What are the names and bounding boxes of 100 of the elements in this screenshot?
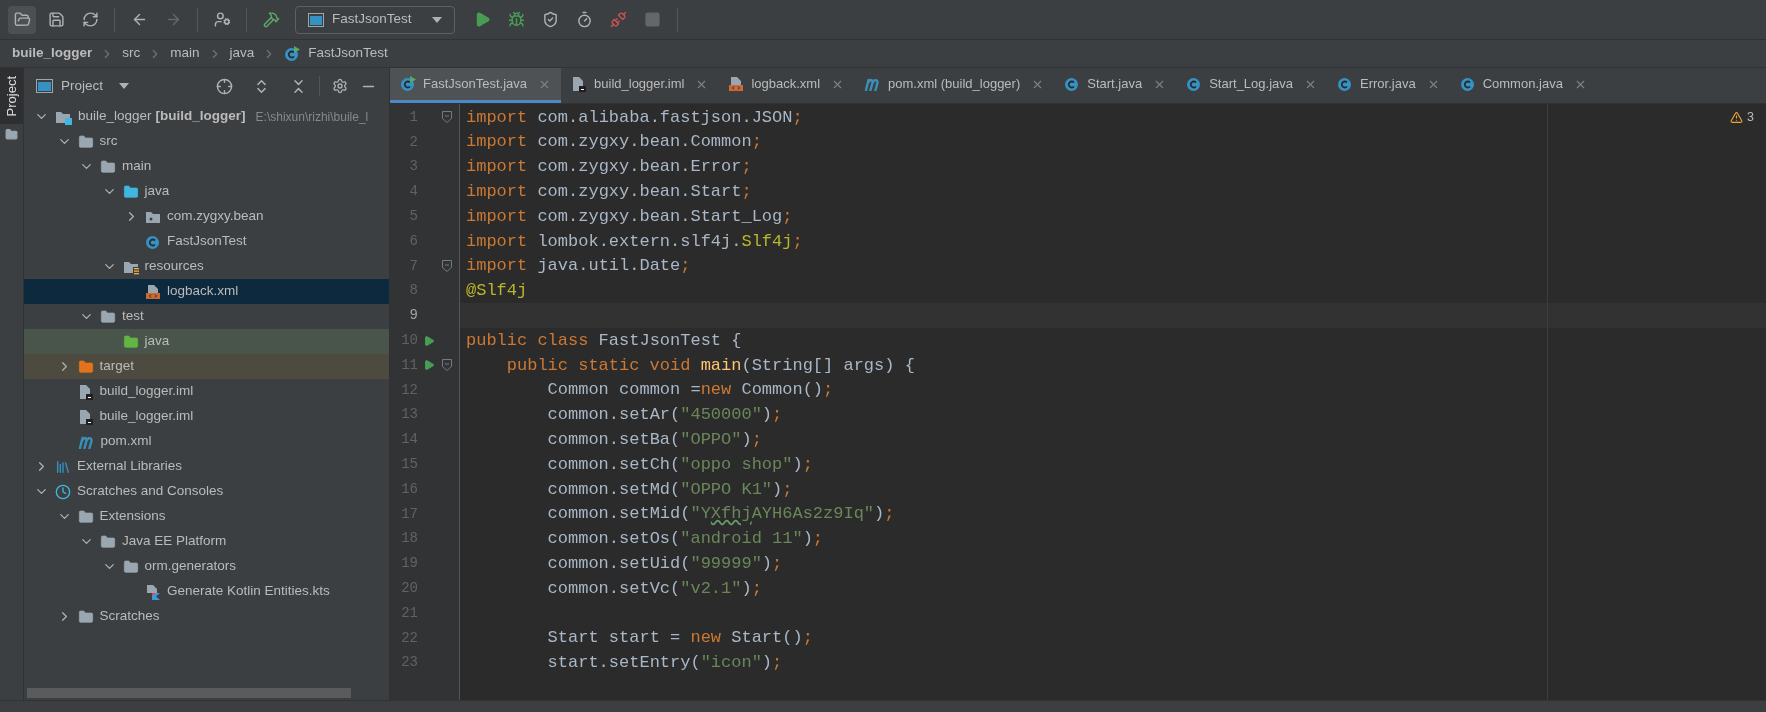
class-icon: [1459, 76, 1476, 92]
breadcrumb-item[interactable]: buile_logger: [12, 43, 93, 64]
folder-icon: [122, 558, 139, 575]
runnable-class-icon: [400, 76, 416, 92]
class-icon: [1186, 76, 1203, 92]
window-icon: [36, 79, 53, 93]
tree-item[interactable]: Scratches: [24, 604, 389, 629]
editor-tab[interactable]: Start.java: [1054, 68, 1177, 103]
project-tool-tab[interactable]: Project: [0, 68, 23, 125]
folder-icon: [100, 308, 116, 325]
coverage-icon: [542, 11, 560, 28]
warning-count: 3: [1747, 109, 1754, 126]
breadcrumb-item[interactable]: src: [122, 43, 141, 64]
debug-icon: [508, 11, 526, 28]
tree-item[interactable]: buile_logger.iml: [24, 404, 389, 429]
code-line: common.setBa("OPPO");: [547, 429, 762, 451]
code-line: import com.zygxy.bean.Error;: [466, 156, 752, 179]
code-line: import com.alibaba.fastjson.JSON;: [466, 106, 803, 129]
line-number: 9: [408, 306, 418, 326]
attach-icon: [610, 11, 628, 28]
editor-tab[interactable]: FastJsonTest.java: [390, 68, 562, 103]
module-file-icon: [77, 383, 94, 400]
class-icon: [145, 233, 161, 250]
editor-tab[interactable]: Error.java: [1327, 68, 1450, 103]
tree-item[interactable]: orm.generators: [24, 554, 389, 579]
run-gutter-icon[interactable]: [423, 334, 435, 347]
folder-icon: [100, 158, 116, 175]
folder-open-button[interactable]: [8, 5, 36, 34]
tree-item[interactable]: logback.xml: [24, 279, 389, 304]
tree-item[interactable]: FastJsonTest: [24, 229, 389, 254]
run-configuration-dropdown[interactable]: FastJsonTest: [295, 5, 455, 34]
code-line: common.setMd("OPPO K1");: [547, 478, 793, 501]
breadcrumb-item[interactable]: FastJsonTest: [308, 43, 388, 64]
tree-item[interactable]: External Libraries: [24, 454, 389, 479]
folder-icon: [122, 333, 139, 350]
folder-icon: [77, 358, 94, 375]
folder-icon: [77, 133, 94, 150]
tree-item[interactable]: com.zygxy.bean: [24, 204, 389, 229]
tree-item[interactable]: buile_logger [build_logger] E:\shixun\rizhi\buile_l: [24, 104, 389, 129]
tree-item[interactable]: Scratches and Consoles: [24, 479, 389, 504]
dropdown-arrow-icon: [431, 16, 442, 23]
project-view-dropdown[interactable]: Project: [36, 75, 130, 97]
tree-item[interactable]: Java EE Platform: [24, 529, 389, 554]
user-icon: [213, 11, 231, 28]
breadcrumb-item[interactable]: java: [229, 43, 255, 64]
scrollbar-thumb[interactable]: [27, 688, 351, 698]
fold-marker-icon[interactable]: [442, 260, 452, 273]
folder-icon: [77, 608, 94, 625]
tree-item[interactable]: main: [24, 154, 389, 179]
code-line: common.setVc("v2.1");: [547, 577, 762, 600]
folder-icon: [122, 183, 139, 200]
locate-icon[interactable]: [216, 77, 233, 95]
editor-tab[interactable]: pom.xml (build_logger): [854, 68, 1055, 103]
folder-icon: [5, 128, 18, 142]
code-line: common.setCh("oppo shop");: [547, 453, 813, 476]
kotlin-file-icon: [145, 583, 161, 600]
code-line: @Slf4j: [466, 280, 528, 303]
code-line: common.setOs("android 11");: [547, 528, 824, 551]
fold-marker-icon[interactable]: [442, 111, 452, 124]
xml-file-icon: [145, 283, 161, 300]
code-line: Start start = new Start();: [547, 627, 813, 650]
runnable-class-icon: [284, 45, 301, 62]
xml-file-icon: [728, 76, 745, 92]
settings-icon[interactable]: [332, 78, 348, 94]
tree-item[interactable]: target: [24, 354, 389, 379]
editor-tab[interactable]: logback.xml: [718, 68, 855, 103]
maven-icon: [864, 77, 882, 91]
tree-item[interactable]: resources: [24, 254, 389, 279]
editor-tab[interactable]: Common.java: [1449, 68, 1597, 103]
breadcrumb-item[interactable]: main: [170, 43, 200, 64]
tree-item[interactable]: pom.xml: [24, 429, 389, 454]
tree-item[interactable]: Extensions: [24, 504, 389, 529]
class-icon: [1064, 76, 1081, 92]
maven-icon: [77, 434, 95, 449]
code-line: import com.zygxy.bean.Start;: [466, 181, 752, 204]
tree-item[interactable]: Generate Kotlin Entities.kts: [24, 579, 389, 604]
scratches-icon: [55, 483, 71, 500]
tree-item[interactable]: test: [24, 304, 389, 329]
dropdown-arrow-icon: [119, 83, 130, 89]
tree-item[interactable]: build_logger.iml: [24, 379, 389, 404]
tree-item[interactable]: java: [24, 329, 389, 354]
code-line: import com.zygxy.bean.Common;: [466, 131, 762, 154]
tree-item[interactable]: java: [24, 179, 389, 204]
fold-marker-icon[interactable]: [442, 359, 452, 372]
editor-tab[interactable]: Start_Log.java: [1176, 68, 1328, 103]
code-line: common.setMid("YXfhjAYH6As2z9Iq");: [547, 503, 895, 526]
folder-icon: [100, 533, 116, 550]
editor-tab[interactable]: build_logger.iml: [561, 68, 719, 103]
code-line: import java.util.Date;: [466, 255, 691, 278]
run-icon: [474, 11, 492, 28]
window-icon: [308, 12, 324, 27]
stop-icon: [644, 11, 662, 28]
run-gutter-icon[interactable]: [423, 359, 435, 372]
module-file-icon: [77, 408, 94, 425]
code-line: public class FastJsonTest {: [466, 329, 742, 352]
code-line: import lombok.extern.slf4j.Slf4j;: [466, 230, 803, 253]
sync-icon: [81, 11, 99, 28]
warning-icon[interactable]: [1730, 110, 1744, 124]
tree-item[interactable]: src: [24, 129, 389, 154]
code-line: import com.zygxy.bean.Start_Log;: [466, 205, 793, 228]
